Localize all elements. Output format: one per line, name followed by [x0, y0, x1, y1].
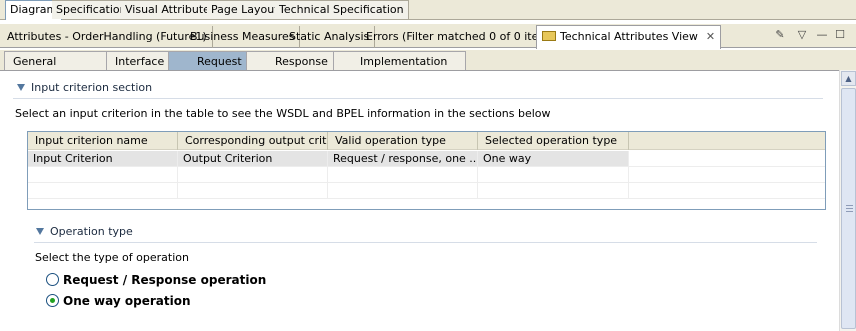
input-section-description: Select an input criterion in the table t…	[15, 107, 551, 120]
radio-label: Request / Response operation	[63, 273, 267, 287]
collapse-triangle-icon[interactable]	[17, 84, 25, 91]
table-cell: Output Criterion	[178, 151, 328, 166]
table-cell: One way	[478, 151, 629, 166]
tab-page-layout[interactable]: Page Layout	[207, 0, 284, 19]
sub-tab-bar: General Interface Request Response Imple…	[0, 50, 856, 70]
section-divider	[34, 242, 817, 243]
editor-tab-bar: Diagram Specification Visual Attributes …	[0, 0, 856, 20]
table-row-empty	[28, 167, 825, 183]
section-title: Operation type	[50, 225, 133, 238]
column-header[interactable]: Corresponding output crit...	[178, 132, 328, 150]
tab-label: Technical Attributes View	[560, 30, 698, 43]
input-criterion-table[interactable]: Input criterion name Corresponding outpu…	[27, 131, 826, 210]
one-way-radio[interactable]: One way operation	[46, 292, 191, 310]
tab-specification[interactable]: Specification	[52, 0, 132, 19]
edit-icon[interactable]: ✎	[772, 26, 788, 44]
section-title: Input criterion section	[31, 81, 153, 94]
view-menu-icon[interactable]: ▽	[794, 26, 810, 44]
close-icon[interactable]: ✕	[706, 30, 715, 43]
table-row-empty	[28, 183, 825, 199]
table-cell: Request / response, one ...	[328, 151, 478, 166]
tab-general[interactable]: General	[4, 51, 114, 70]
radio-label: One way operation	[63, 294, 191, 308]
collapse-triangle-icon[interactable]	[36, 228, 44, 235]
ruler-icon	[542, 31, 556, 41]
view-controls: ✎ ▽ — ☐	[772, 26, 852, 46]
table-cell: Input Criterion	[28, 151, 178, 166]
operation-section-description: Select the type of operation	[35, 251, 189, 264]
tab-response[interactable]: Response	[246, 51, 344, 70]
section-divider	[13, 98, 823, 99]
tab-technical-specification[interactable]: Technical Specification	[275, 0, 409, 19]
request-panel: Input criterion section Select an input …	[0, 70, 839, 331]
input-criterion-section-header[interactable]: Input criterion section	[17, 81, 152, 94]
scroll-thumb[interactable]	[841, 88, 856, 329]
minimize-icon[interactable]: —	[814, 26, 830, 44]
request-response-radio[interactable]: Request / Response operation	[46, 271, 266, 289]
operation-type-section-header[interactable]: Operation type	[36, 225, 133, 238]
maximize-icon[interactable]: ☐	[832, 26, 848, 44]
tab-visual-attributes[interactable]: Visual Attributes	[121, 0, 221, 19]
table-row[interactable]: Input Criterion Output Criterion Request…	[28, 151, 825, 167]
table-header: Input criterion name Corresponding outpu…	[28, 132, 825, 150]
radio-button[interactable]	[46, 273, 59, 286]
view-tab-bar: Attributes - OrderHandling (Future1) Bus…	[0, 24, 856, 49]
column-header[interactable]: Valid operation type	[328, 132, 478, 150]
tab-technical-attributes-view[interactable]: Technical Attributes View ✕	[536, 25, 722, 49]
column-header[interactable]: Selected operation type	[478, 132, 629, 150]
scroll-up-icon[interactable]: ▲	[841, 71, 856, 86]
tab-errors[interactable]: Errors (Filter matched 0 of 0 items)	[361, 26, 566, 48]
radio-button-selected[interactable]	[46, 294, 59, 307]
tab-attributes[interactable]: Attributes - OrderHandling (Future1)	[2, 26, 213, 48]
vertical-scrollbar[interactable]: ▲	[839, 70, 856, 331]
tab-implementation[interactable]: Implementation	[333, 51, 466, 70]
column-header[interactable]: Input criterion name	[28, 132, 178, 150]
